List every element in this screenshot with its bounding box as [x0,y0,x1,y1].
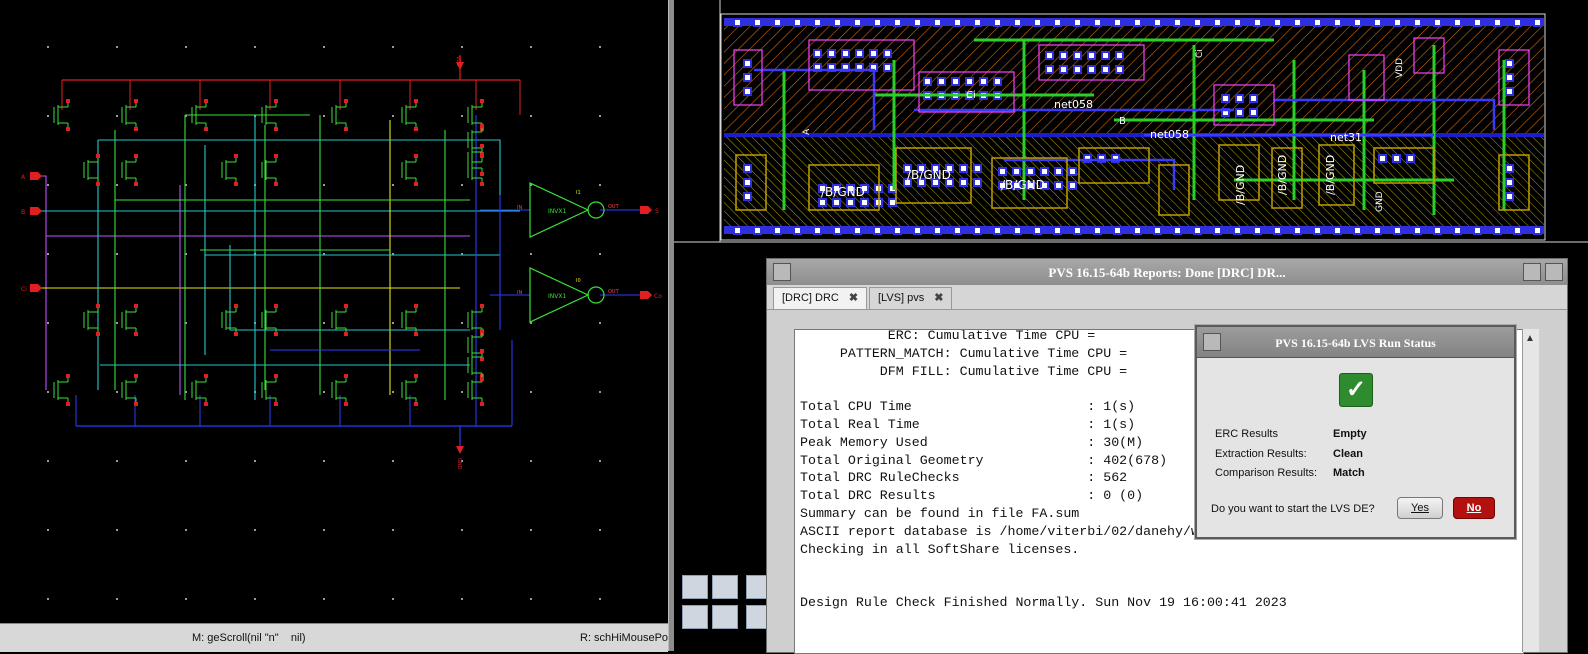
report-line: Peak Memory Used : 30(M) [800,434,1144,450]
svg-text:S: S [655,208,659,215]
pvs-title-bar[interactable]: PVS 16.15-64b Reports: Done [DRC] DR... [767,259,1567,286]
report-line: Design Rule Check Finished Normally. Sun… [800,594,1287,610]
tab-drc[interactable]: [DRC] DRC ✖ [773,287,868,309]
svg-text:INVX1: INVX1 [548,208,566,215]
svg-text:B: B [21,209,25,216]
svg-text:Ci: Ci [966,90,976,101]
svg-text:IN: IN [517,290,522,296]
report-line: Total Real Time : 1(s) [800,416,1136,432]
transistor [121,304,138,336]
mouse-left-status: M: geScroll(nil "n" nil) [192,632,306,644]
report-scrollbar[interactable]: ▲ [1522,329,1539,652]
svg-text:OUT: OUT [608,204,620,210]
extraction-results-label: Extraction Results: [1215,448,1307,460]
close-tab-lvs-icon[interactable]: ✖ [934,292,943,304]
report-line: Total CPU Time : 1(s) [800,399,1136,415]
success-check-icon: ✓ [1339,373,1373,407]
pvs-window-title: PVS 16.15-64b Reports: Done [DRC] DR... [1048,265,1286,280]
grid-dots [47,46,601,600]
lvs-status-dialog: PVS 16.15-64b LVS Run Status ✓ ERC Resul… [1195,325,1516,539]
transistor [221,154,238,186]
svg-text:VDD: VDD [455,56,461,67]
tab-lvs-label: [LVS] pvs [878,292,925,304]
transistor [331,304,348,336]
toolbar-device-icon[interactable] [712,605,738,629]
pin-co [640,291,652,299]
report-line: DFM FILL: Cumulative Time CPU = [800,363,1128,379]
report-tabs: [DRC] DRC ✖ [LVS] pvs ✖ [767,285,1567,310]
schematic-canvas[interactable]: INVX1 IN OUT I1 INVX1 IN OUT I0 A B Ci S… [0,0,668,623]
schematic-status-bar: M: geScroll(nil "n" nil) R: schHiMousePo [0,623,668,652]
gnd-pin [456,446,464,454]
layout-drawing: /B/GND /B/GND /B/GND net058 net058 net31… [674,0,1588,243]
svg-text:net058: net058 [1150,128,1189,141]
svg-text:VDD: VDD [1395,58,1405,78]
yes-button[interactable]: Yes [1397,497,1443,519]
svg-text:/B/GND: /B/GND [907,168,951,182]
svg-text:A: A [802,128,812,135]
comparison-results-value: Match [1333,467,1365,479]
svg-text:I0: I0 [576,278,581,284]
scroll-up-icon[interactable]: ▲ [1525,333,1535,344]
pin-s [640,206,652,214]
minimize-button[interactable] [1523,263,1541,281]
svg-text:Ci: Ci [21,286,27,293]
report-line: PATTERN_MATCH: Cumulative Time CPU = [800,345,1128,361]
comparison-results-label: Comparison Results: [1215,467,1318,479]
inverter-i1: INVX1 IN OUT I1 [517,182,620,238]
lvs-dialog-title: PVS 16.15-64b LVS Run Status [1275,336,1436,350]
toolbar-hierarchy-icon[interactable] [682,575,708,599]
report-line: Total Original Geometry : 402(678) [800,452,1168,468]
close-tab-drc-icon[interactable]: ✖ [849,292,858,304]
svg-text:net31: net31 [1330,131,1362,144]
schematic-drawing: INVX1 IN OUT I1 INVX1 IN OUT I0 A B Ci S… [21,46,662,600]
report-line: ERC: Cumulative Time CPU = [800,329,1096,343]
svg-text:Co: Co [654,293,662,300]
start-lvs-de-question: Do you want to start the LVS DE? [1211,503,1375,515]
pin-ci [30,284,42,292]
svg-text:IN: IN [517,205,522,211]
report-line: Summary can be found in file FA.sum [800,505,1080,521]
svg-text:INVX1: INVX1 [548,293,566,300]
mouse-right-status: R: schHiMousePo [580,632,669,644]
transistor [121,374,138,406]
svg-text:Ci: Ci [1195,49,1205,58]
transistor-array [53,99,484,406]
report-line: Total DRC RuleChecks : 562 [800,470,1128,486]
inverter-i0: INVX1 IN OUT I0 [517,267,620,323]
transistor [401,154,418,186]
svg-text:/B/GND: /B/GND [1324,155,1337,195]
svg-text:net058: net058 [1054,98,1093,111]
svg-text:/B/GND: /B/GND [1234,165,1247,205]
transistor [53,374,70,406]
no-button[interactable]: No [1453,497,1495,519]
extraction-results-value: Clean [1333,448,1363,460]
svg-text:/B/GND: /B/GND [821,185,865,199]
transistor [401,304,418,336]
report-line: Checking in all SoftShare licenses. [800,541,1080,557]
erc-results-label: ERC Results [1215,428,1278,440]
svg-text:B: B [1119,116,1126,127]
toolbar-tree-icon[interactable] [682,605,708,629]
report-line: Total DRC Results : 0 (0) [800,488,1144,504]
svg-text:/B/GND: /B/GND [1276,155,1289,195]
svg-text:OUT: OUT [608,289,620,295]
transistor [261,154,278,186]
pin-a [30,172,42,180]
tab-drc-label: [DRC] DRC [782,292,839,304]
transistor [121,154,138,186]
toolbar-chart-icon[interactable] [712,575,738,599]
pin-b [30,207,42,215]
svg-text:GND: GND [456,458,462,470]
svg-text:I1: I1 [576,190,581,196]
layout-canvas[interactable]: /B/GND /B/GND /B/GND net058 net058 net31… [674,0,1588,245]
svg-text:GND: GND [1375,191,1385,212]
lvs-title-bar[interactable]: PVS 16.15-64b LVS Run Status [1197,327,1514,358]
maximize-button[interactable] [1545,263,1563,281]
svg-text:/B/GND: /B/GND [1001,178,1045,192]
erc-results-value: Empty [1333,428,1367,440]
svg-text:A: A [21,174,26,181]
transistor [261,304,278,336]
tab-lvs[interactable]: [LVS] pvs ✖ [869,287,953,309]
